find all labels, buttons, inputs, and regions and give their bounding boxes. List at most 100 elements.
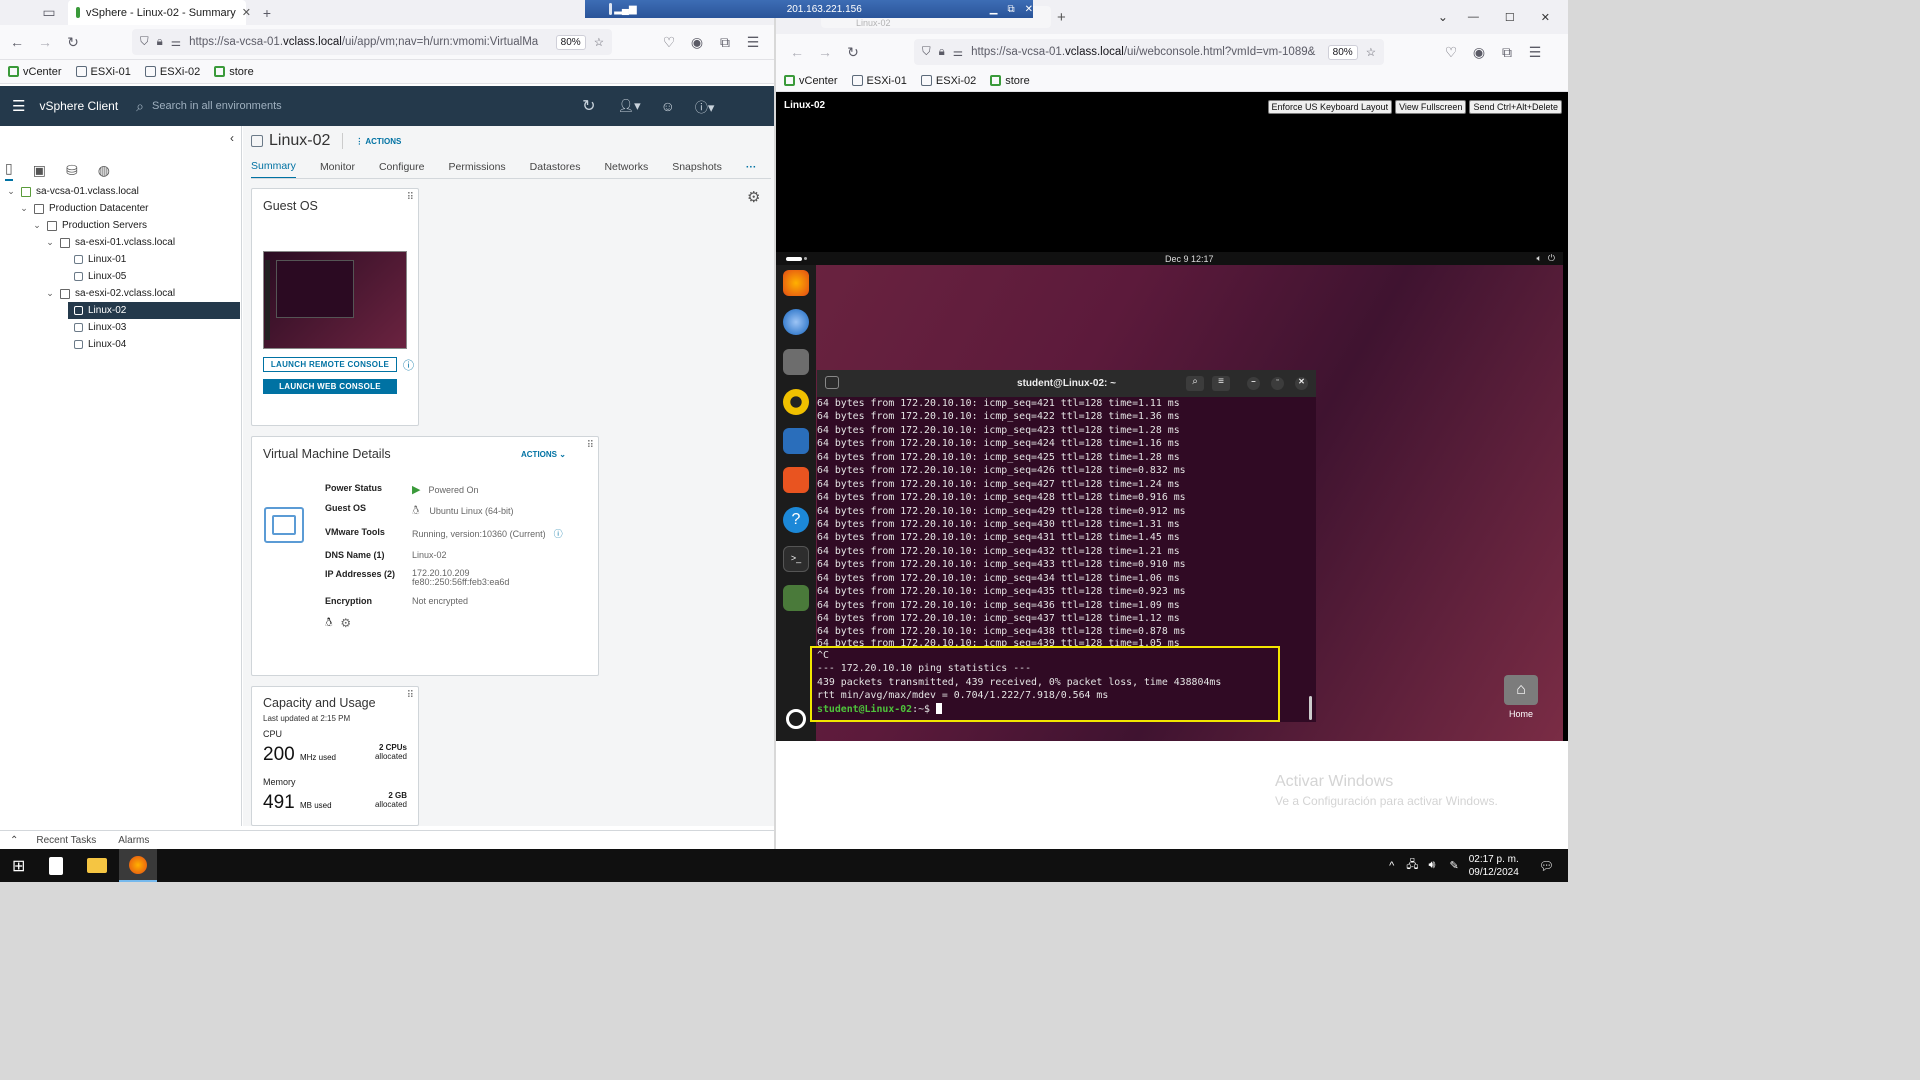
tree-vm-linux-05[interactable]: Linux-05 xyxy=(6,268,242,285)
account-icon[interactable]: ◉ xyxy=(688,33,706,51)
pocket-icon[interactable]: ♡ xyxy=(660,33,678,51)
tab-monitor[interactable]: Monitor xyxy=(320,161,355,178)
bookmark-vcenter[interactable]: vCenter xyxy=(8,66,62,78)
tree-vcenter[interactable]: ⌄ sa-vcsa-01.vclass.local xyxy=(6,183,242,200)
user-icon[interactable]: 👤︎▾ xyxy=(618,98,641,114)
account-icon[interactable]: ◉ xyxy=(1470,43,1488,61)
power-icon[interactable]: ⏻ xyxy=(1548,253,1555,264)
close-icon[interactable]: ✕ xyxy=(1025,4,1033,15)
extensions-icon[interactable]: ⧉ xyxy=(1498,43,1516,61)
terminal-icon[interactable]: >_ xyxy=(783,546,809,572)
tab-permissions[interactable]: Permissions xyxy=(448,161,505,178)
minimize-icon[interactable]: — xyxy=(1468,11,1479,23)
tab-configure[interactable]: Configure xyxy=(379,161,425,178)
bookmark-esxi-02[interactable]: ESXi-02 xyxy=(920,75,976,87)
close-tab-icon[interactable]: ✕ xyxy=(242,6,251,19)
menu-icon[interactable]: ☰ xyxy=(744,33,762,51)
network-icon[interactable]: 🖧 xyxy=(1406,856,1418,875)
volume-icon[interactable]: 🔈︎ xyxy=(1536,253,1541,264)
hosts-clusters-icon[interactable]: ▯ xyxy=(5,160,13,181)
bookmark-esxi-01[interactable]: ESXi-01 xyxy=(75,66,131,78)
close-window-icon[interactable]: ✕ xyxy=(1541,11,1550,24)
launch-remote-console-button[interactable]: LAUNCH REMOTE CONSOLE xyxy=(263,357,397,372)
help-icon[interactable]: ⓘ▾ xyxy=(695,97,715,116)
app-center-icon[interactable] xyxy=(783,467,809,493)
vms-templates-icon[interactable]: ▣ xyxy=(33,162,46,179)
new-tab-icon[interactable]: + xyxy=(1057,9,1066,26)
tree-host-1[interactable]: ⌄ sa-esxi-01.vclass.local xyxy=(6,234,242,251)
pin-icon[interactable] xyxy=(609,3,613,15)
bookmark-store[interactable]: store xyxy=(990,75,1030,87)
url-bar[interactable]: ⛉ 🔒︎ ⚌ https://sa-vcsa-01.vclass.local/u… xyxy=(914,39,1384,65)
tab-overview-icon[interactable]: ▭ xyxy=(38,4,60,22)
pocket-icon[interactable]: ♡ xyxy=(1442,43,1460,61)
actions-menu-button[interactable]: ⋮ ACTIONS xyxy=(355,137,401,146)
back-icon[interactable]: ← xyxy=(8,33,26,51)
reload-icon[interactable]: ↻ xyxy=(844,43,862,61)
gear-icon[interactable]: ⚙ xyxy=(747,188,760,206)
system-clock[interactable]: 02:17 p. m. 09/12/2024 xyxy=(1469,853,1519,879)
star-icon[interactable]: ☆ xyxy=(1366,45,1376,59)
minimize-icon[interactable]: ▁ xyxy=(990,4,998,15)
tree-vm-linux-03[interactable]: Linux-03 xyxy=(6,319,242,336)
pen-icon[interactable]: ✎ xyxy=(1449,859,1458,872)
recent-tasks-tab[interactable]: Recent Tasks xyxy=(36,835,96,846)
drag-handle-icon[interactable]: ⠿ xyxy=(407,193,414,203)
restore-icon[interactable]: ⧉ xyxy=(1007,4,1014,15)
tab-summary[interactable]: Summary xyxy=(251,160,296,179)
refresh-icon[interactable]: ↻ xyxy=(582,96,595,116)
alarms-tab[interactable]: Alarms xyxy=(118,835,149,846)
hamburger-icon[interactable]: ☰ xyxy=(12,97,25,115)
smiley-feedback-icon[interactable]: ☺ xyxy=(661,98,675,114)
tree-vm-linux-01[interactable]: Linux-01 xyxy=(6,251,242,268)
collapse-pane-icon[interactable]: ‹ xyxy=(230,131,234,145)
speaker-icon[interactable]: 🔊︎ xyxy=(1429,859,1436,872)
tree-vm-linux-02[interactable]: Linux-02 xyxy=(68,302,240,319)
reload-icon[interactable]: ↻ xyxy=(64,33,82,51)
launch-web-console-button[interactable]: LAUNCH WEB CONSOLE xyxy=(263,379,397,394)
windows-start-icon[interactable]: ⊞ xyxy=(12,856,25,876)
tree-vm-linux-04[interactable]: Linux-04 xyxy=(6,336,242,353)
settings-icon[interactable]: ⚙ xyxy=(340,616,351,630)
bookmark-esxi-02[interactable]: ESXi-02 xyxy=(144,66,200,78)
home-folder-icon[interactable]: ⌂ xyxy=(1504,675,1538,705)
send-ctrl-alt-del-button[interactable]: Send Ctrl+Alt+Delete xyxy=(1469,100,1562,114)
writer-icon[interactable] xyxy=(783,428,809,454)
clock[interactable]: Dec 9 12:17 xyxy=(1165,254,1214,264)
terminal-scrollbar[interactable] xyxy=(1309,696,1312,720)
zoom-indicator[interactable]: 80% xyxy=(555,34,586,50)
tab-networks[interactable]: Networks xyxy=(604,161,648,178)
maximize-icon[interactable]: ☐ xyxy=(1505,11,1515,24)
view-fullscreen-button[interactable]: View Fullscreen xyxy=(1395,100,1467,114)
search-icon[interactable]: ⌕ xyxy=(1186,376,1204,391)
extensions-icon[interactable]: ⧉ xyxy=(716,33,734,51)
expand-panel-icon[interactable]: ⌃ xyxy=(10,835,18,846)
files-icon[interactable] xyxy=(783,349,809,375)
forward-icon[interactable]: → xyxy=(816,43,834,61)
info-icon[interactable]: ⓘ xyxy=(403,357,414,373)
url-bar[interactable]: ⛉ 🔒︎ ⚌ https://sa-vcsa-01.vclass.local/u… xyxy=(132,29,612,55)
activities-indicator[interactable] xyxy=(786,256,802,261)
tree-folder[interactable]: ⌄ Production Servers xyxy=(6,217,242,234)
minimize-icon[interactable]: – xyxy=(1247,377,1260,390)
terminal-output[interactable]: 64 bytes from 172.20.10.10: icmp_seq=421… xyxy=(817,397,1316,647)
new-tab-icon[interactable] xyxy=(825,376,839,389)
enforce-keyboard-button[interactable]: Enforce US Keyboard Layout xyxy=(1267,100,1393,114)
tab-snapshots[interactable]: Snapshots xyxy=(672,161,722,178)
close-icon[interactable]: ✕ xyxy=(1295,377,1308,390)
file-explorer-icon[interactable] xyxy=(87,858,108,873)
tree-datacenter[interactable]: ⌄ Production Datacenter xyxy=(6,200,242,217)
bookmark-esxi-01[interactable]: ESXi-01 xyxy=(851,75,907,87)
global-search[interactable]: ⌕ Search in all environments xyxy=(136,98,576,115)
firefox-taskbar-button[interactable] xyxy=(119,849,158,882)
console-thumbnail[interactable] xyxy=(263,251,407,349)
trash-icon[interactable] xyxy=(783,585,809,611)
tree-host-2[interactable]: ⌄ sa-esxi-02.vclass.local xyxy=(6,285,242,302)
hamburger-menu-icon[interactable]: ≡ xyxy=(1212,376,1230,391)
menu-icon[interactable]: ☰ xyxy=(1526,43,1544,61)
storage-icon[interactable]: ⛁ xyxy=(66,162,78,179)
firefox-icon[interactable] xyxy=(783,270,809,296)
forward-icon[interactable]: → xyxy=(36,33,54,51)
networking-icon[interactable]: ◍ xyxy=(98,162,110,179)
thunderbird-icon[interactable] xyxy=(783,309,809,335)
